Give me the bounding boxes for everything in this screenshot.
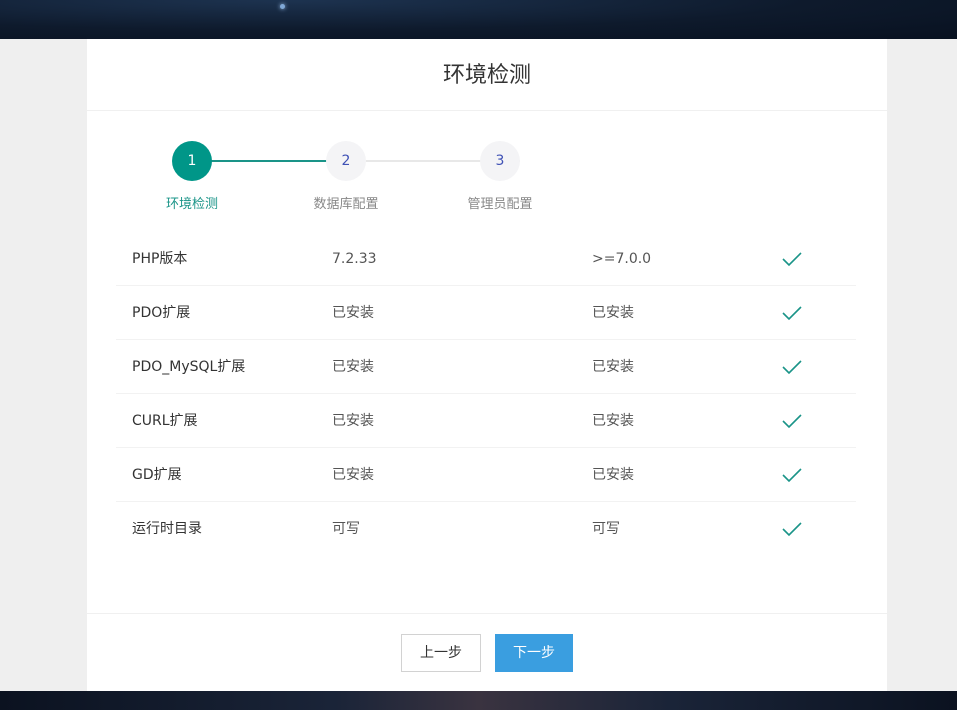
check-required: 已安装: [592, 467, 634, 483]
check-current: 已安装: [332, 359, 374, 375]
check-required: >=7.0.0: [592, 251, 652, 267]
next-step-button[interactable]: 下一步: [495, 634, 573, 672]
step-indicator: 1 2 3 环境检测 数据库配置 管理员配置: [87, 111, 887, 221]
step-connector-1: [192, 160, 346, 162]
step-2-label: 数据库配置: [313, 197, 379, 212]
check-icon: [781, 302, 803, 324]
step-1-label: 环境检测: [165, 197, 218, 212]
check-required: 已安装: [592, 359, 634, 375]
card-footer: 上一步 下一步: [87, 613, 887, 691]
footer-background: [0, 691, 957, 710]
header-background: [0, 0, 957, 39]
previous-step-button[interactable]: 上一步: [401, 634, 481, 672]
check-icon: [781, 464, 803, 486]
check-current: 已安装: [332, 413, 374, 429]
environment-check-table: PHP版本 7.2.33 >=7.0.0 PDO扩展 已安装 已安装 PDO_M…: [116, 232, 856, 556]
check-name: 运行时目录: [132, 521, 202, 537]
check-icon: [781, 356, 803, 378]
check-current: 已安装: [332, 467, 374, 483]
check-name: CURL扩展: [132, 413, 198, 429]
table-row: CURL扩展 已安装 已安装: [116, 394, 856, 448]
check-icon: [781, 248, 803, 270]
check-required: 已安装: [592, 305, 634, 321]
check-current: 可写: [332, 521, 360, 537]
check-required: 已安装: [592, 413, 634, 429]
step-2-circle: 2: [326, 141, 366, 181]
step-3-label: 管理员配置: [467, 197, 533, 212]
table-row: PDO_MySQL扩展 已安装 已安装: [116, 340, 856, 394]
table-row: GD扩展 已安装 已安装: [116, 448, 856, 502]
check-current: 已安装: [332, 305, 374, 321]
check-required: 可写: [592, 521, 620, 537]
check-name: GD扩展: [132, 467, 182, 483]
table-row: PHP版本 7.2.33 >=7.0.0: [116, 232, 856, 286]
decorative-star: [280, 4, 285, 9]
page-title: 环境检测: [87, 39, 887, 111]
step-1-circle: 1: [172, 141, 212, 181]
check-name: PHP版本: [132, 251, 188, 267]
install-card: 环境检测 1 2 3 环境检测 数据库配置 管理员配置 PHP版本 7.2.33…: [87, 39, 887, 691]
check-name: PDO扩展: [132, 305, 191, 321]
check-name: PDO_MySQL扩展: [132, 359, 246, 375]
table-row: 运行时目录 可写 可写: [116, 502, 856, 556]
check-current: 7.2.33: [332, 251, 377, 267]
table-row: PDO扩展 已安装 已安装: [116, 286, 856, 340]
check-icon: [781, 410, 803, 432]
step-3-circle: 3: [480, 141, 520, 181]
check-icon: [781, 518, 803, 540]
